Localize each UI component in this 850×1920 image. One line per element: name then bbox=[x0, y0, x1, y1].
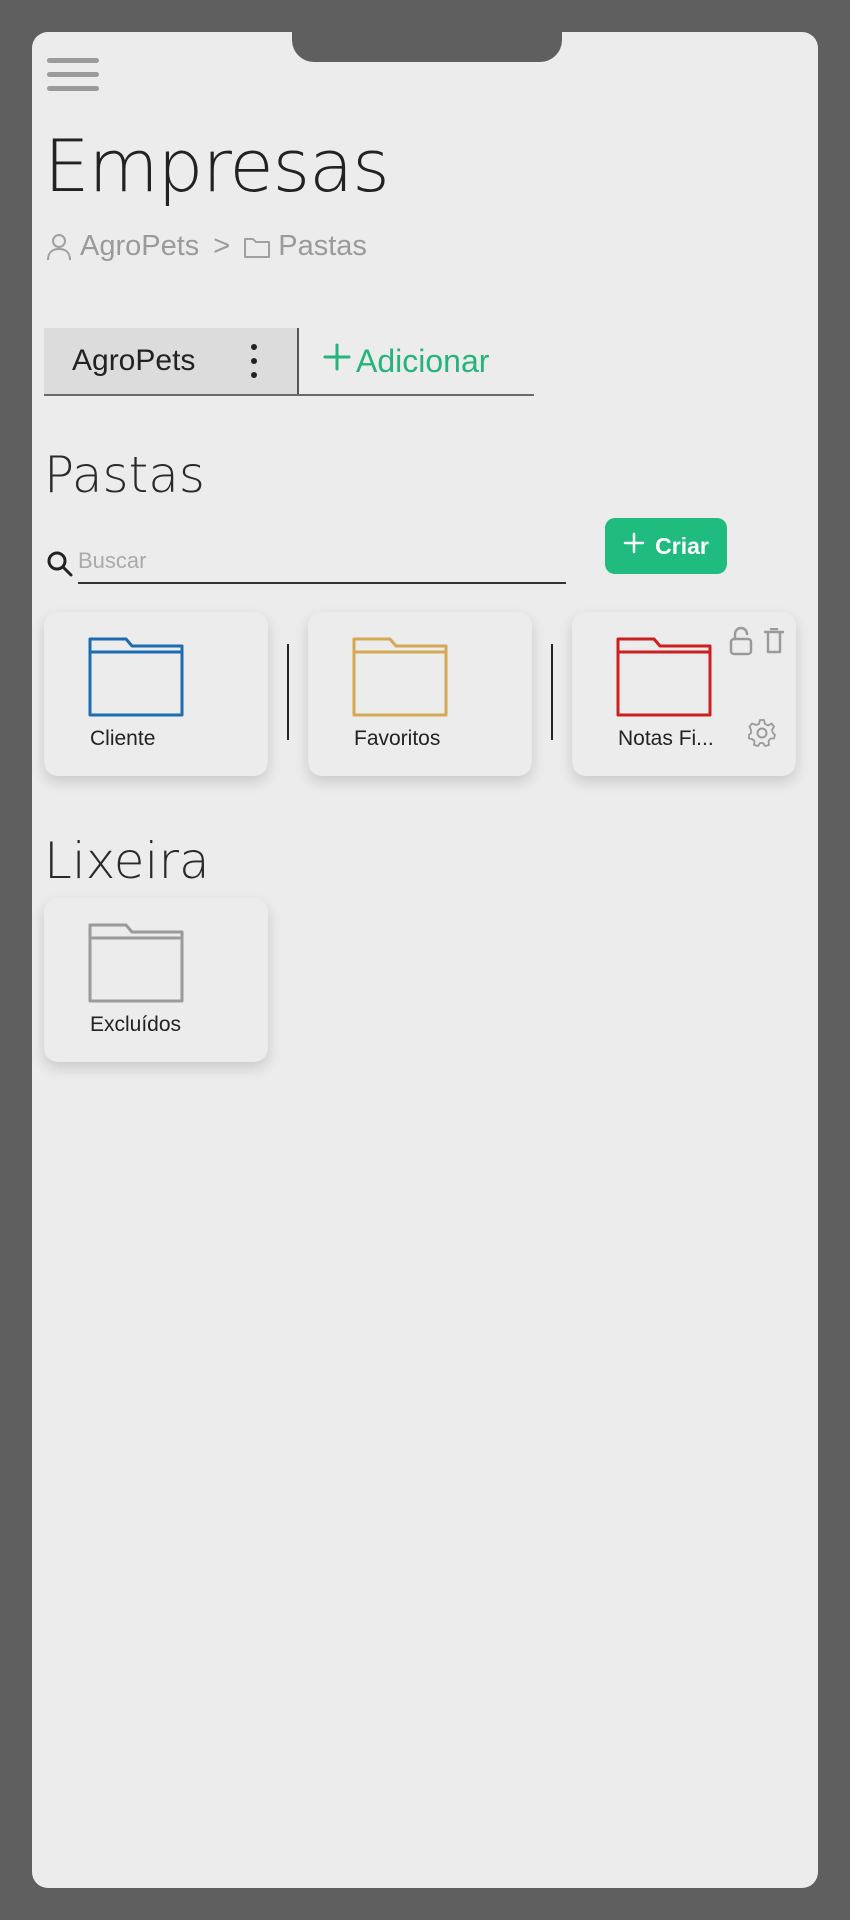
trash-section-title: Lixeira bbox=[44, 832, 210, 890]
plus-icon bbox=[623, 532, 645, 560]
page-title: Empresas bbox=[44, 124, 390, 208]
phone-screen: Empresas AgroPets > Pastas AgroPets Adic… bbox=[32, 32, 818, 1888]
folder-icon bbox=[616, 637, 712, 717]
folder-label: Notas Fi... bbox=[618, 727, 714, 750]
tab-label: AgroPets bbox=[72, 344, 196, 377]
search-input[interactable] bbox=[78, 540, 566, 584]
user-icon bbox=[46, 233, 72, 261]
folder-label: Cliente bbox=[90, 727, 156, 750]
folder-icon bbox=[244, 236, 271, 258]
hamburger-menu-icon[interactable] bbox=[47, 54, 99, 94]
breadcrumb-folder: Pastas bbox=[278, 230, 367, 262]
trash-icon[interactable] bbox=[764, 628, 784, 654]
add-company-label: Adicionar bbox=[356, 342, 490, 379]
plus-icon bbox=[322, 342, 352, 380]
folder-icon bbox=[88, 923, 184, 1003]
add-company-button[interactable]: Adicionar bbox=[322, 328, 489, 394]
device-notch bbox=[292, 32, 562, 62]
tab-agropets[interactable]: AgroPets bbox=[44, 328, 299, 394]
folder-card-excluidos[interactable]: Excluídos bbox=[44, 898, 268, 1062]
folder-label: Favoritos bbox=[354, 727, 441, 750]
create-folder-button[interactable]: Criar bbox=[605, 518, 727, 574]
breadcrumb-company[interactable]: AgroPets bbox=[80, 230, 199, 263]
folder-icon bbox=[352, 637, 448, 717]
folder-label: Excluídos bbox=[90, 1013, 182, 1036]
breadcrumb-separator: > bbox=[213, 230, 231, 262]
folder-icon bbox=[88, 637, 184, 717]
folder-card-favoritos[interactable]: Favoritos bbox=[308, 612, 532, 776]
folder-card-cliente[interactable]: Cliente bbox=[44, 612, 268, 776]
more-vertical-icon[interactable] bbox=[247, 344, 261, 378]
create-label: Criar bbox=[655, 532, 709, 559]
company-tabs: AgroPets Adicionar bbox=[44, 328, 534, 396]
card-divider bbox=[551, 644, 553, 740]
search-icon bbox=[47, 551, 73, 577]
folders-section-title: Pastas bbox=[44, 446, 205, 504]
card-divider bbox=[287, 644, 289, 740]
unlock-icon[interactable] bbox=[729, 626, 753, 656]
gear-icon[interactable] bbox=[747, 718, 777, 748]
folder-card-notas-fiscais[interactable]: Notas Fi... bbox=[572, 612, 796, 776]
search-field bbox=[46, 528, 566, 598]
breadcrumb: AgroPets > Pastas bbox=[46, 230, 367, 263]
